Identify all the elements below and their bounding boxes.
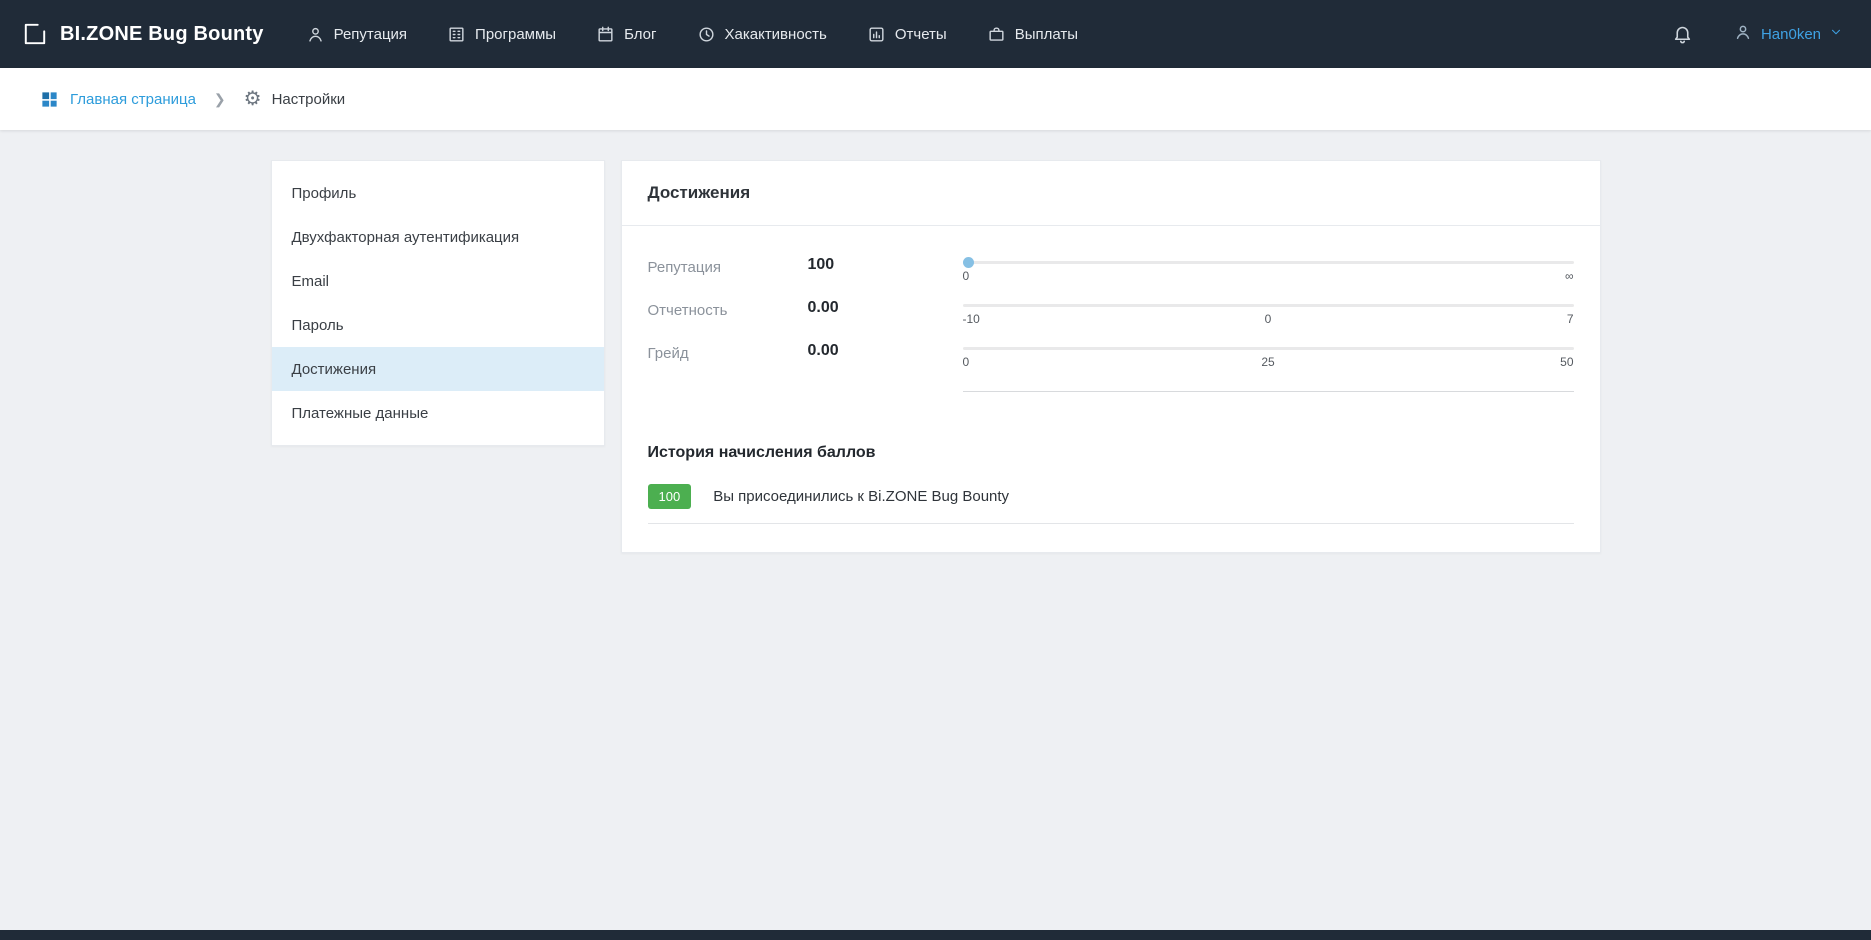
breadcrumb-separator-icon: ❯	[214, 91, 226, 108]
brand-title: BI.ZONE Bug Bounty	[60, 23, 264, 46]
sidebar-item-email[interactable]: Email	[272, 259, 604, 303]
notifications-button[interactable]	[1672, 24, 1693, 45]
history-entry: 100 Вы присоединились к Bi.ZONE Bug Boun…	[648, 484, 1574, 524]
metric-scale: -10 0 7	[963, 299, 1574, 326]
points-badge: 100	[648, 484, 692, 509]
bizone-logo-icon	[22, 21, 48, 47]
metric-label: Репутация	[648, 256, 808, 276]
breadcrumb-home-link[interactable]: Главная страница	[40, 90, 196, 109]
breadcrumb: Главная страница ❯ ⚙︎ Настройки	[0, 68, 1871, 130]
gear-icon: ⚙︎	[244, 89, 262, 109]
slider-track	[963, 261, 1574, 264]
history-title: История начисления баллов	[622, 430, 1600, 468]
metric-row-reputation: Репутация 100 0 ∞	[648, 256, 1574, 283]
nav-item-payouts[interactable]: Выплаты	[987, 25, 1078, 44]
metric-value: 0.00	[808, 342, 963, 360]
sidebar-item-two-factor[interactable]: Двухфакторная аутентификация	[272, 215, 604, 259]
tick-min: 0	[963, 355, 970, 369]
nav-item-reputation[interactable]: Репутация	[306, 25, 407, 44]
metric-scale: 0 ∞	[963, 256, 1574, 283]
payouts-icon	[987, 25, 1006, 44]
nav-item-blog[interactable]: Блог	[596, 25, 656, 44]
top-navbar: BI.ZONE Bug Bounty Репутация Программы Б…	[0, 0, 1871, 68]
bell-icon	[1672, 24, 1693, 45]
settings-menu: Профиль Двухфакторная аутентификация Ema…	[271, 160, 605, 446]
slider-track	[963, 304, 1574, 307]
sidebar-item-password[interactable]: Пароль	[272, 303, 604, 347]
scale-ticks: 0 25 50	[963, 355, 1574, 369]
nav-item-reports[interactable]: Отчеты	[867, 25, 947, 44]
slider-handle	[963, 257, 974, 268]
sidebar-item-payment-data[interactable]: Платежные данные	[272, 391, 604, 435]
brand-logo-home[interactable]: BI.ZONE Bug Bounty	[22, 21, 264, 47]
metric-label: Отчетность	[648, 299, 808, 319]
tick-max: 50	[1560, 355, 1573, 369]
metric-row-grade: Грейд 0.00 0 25 50	[648, 342, 1574, 392]
hackactivity-icon	[697, 25, 716, 44]
settings-page: Профиль Двухфакторная аутентификация Ema…	[271, 160, 1601, 553]
programs-icon	[447, 25, 466, 44]
dashboard-grid-icon	[40, 90, 59, 109]
nav-item-programs[interactable]: Программы	[447, 25, 556, 44]
panel-title: Достижения	[622, 161, 1600, 226]
chevron-down-icon	[1829, 25, 1843, 43]
sidebar-item-achievements[interactable]: Достижения	[272, 347, 604, 391]
sidebar-item-profile[interactable]: Профиль	[272, 171, 604, 215]
metric-value: 100	[808, 256, 963, 274]
scale-ticks: 0 ∞	[963, 269, 1574, 283]
breadcrumb-current: ⚙︎ Настройки	[244, 89, 346, 109]
metric-row-reporting: Отчетность 0.00 -10 0 7	[648, 299, 1574, 326]
metric-label: Грейд	[648, 342, 808, 362]
blog-icon	[596, 25, 615, 44]
metric-scale: 0 25 50	[963, 342, 1574, 392]
main-navigation: Репутация Программы Блог Хакактивность О…	[306, 25, 1078, 44]
tick-min: -10	[963, 312, 980, 326]
tick-max: ∞	[1565, 269, 1574, 283]
tick-max: 7	[1567, 312, 1574, 326]
metrics-list: Репутация 100 0 ∞ Отчетность 0.00	[622, 226, 1600, 414]
slider-track	[963, 347, 1574, 350]
history-entry-text: Вы присоединились к Bi.ZONE Bug Bounty	[713, 488, 1009, 505]
reports-icon	[867, 25, 886, 44]
tick-min: 0	[963, 269, 970, 283]
username: Han0ken	[1761, 26, 1821, 43]
tick-mid: 25	[1261, 355, 1274, 369]
footer	[0, 930, 1871, 940]
scale-ticks: -10 0 7	[963, 312, 1574, 326]
achievements-panel: Достижения Репутация 100 0 ∞ Отчетность	[621, 160, 1601, 553]
reputation-icon	[306, 25, 325, 44]
tick-mid: 0	[1265, 312, 1272, 326]
user-menu[interactable]: Han0ken	[1733, 22, 1843, 46]
user-icon	[1733, 22, 1753, 46]
metric-value: 0.00	[808, 299, 963, 317]
navbar-right: Han0ken	[1672, 22, 1843, 46]
nav-item-hackactivity[interactable]: Хакактивность	[697, 25, 827, 44]
